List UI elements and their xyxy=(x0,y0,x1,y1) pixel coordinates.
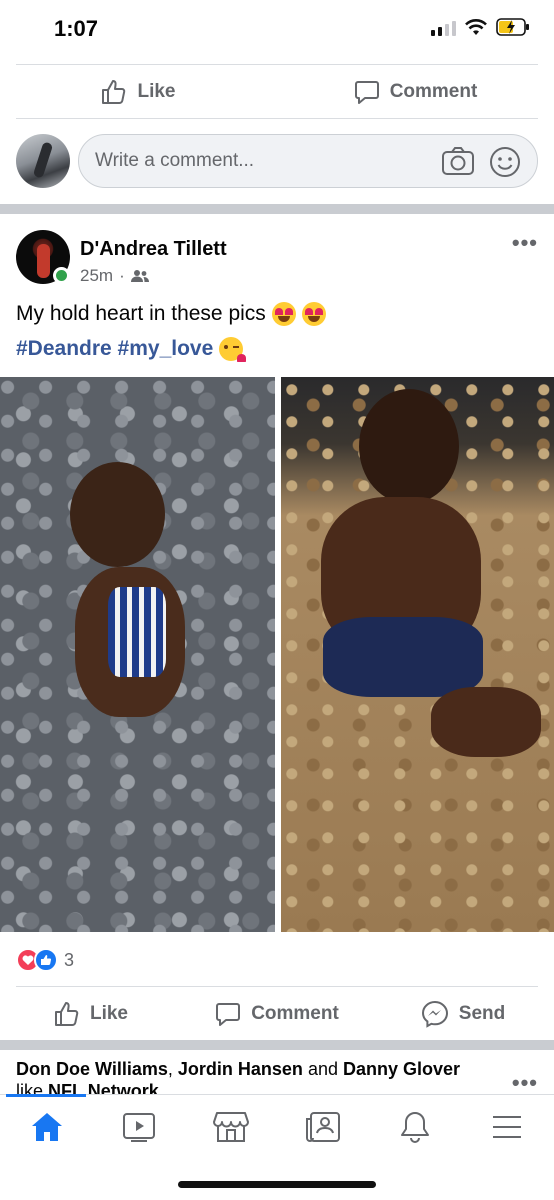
comment-composer: Write a comment... xyxy=(0,132,554,190)
post-meta: 25m · xyxy=(80,266,149,286)
status-bar: 1:07 xyxy=(0,0,554,60)
notifications-icon xyxy=(401,1112,429,1143)
comment-button[interactable]: Comment xyxy=(182,1001,372,1027)
friends-icon xyxy=(130,270,149,282)
photo-subject-shorts xyxy=(323,617,483,697)
post-text-body: My hold heart in these pics xyxy=(16,302,266,325)
thumbs-up-icon xyxy=(54,1002,79,1026)
battery-charging-icon xyxy=(496,18,529,36)
separator-text: , xyxy=(167,1059,173,1079)
more-options-icon[interactable]: ••• xyxy=(512,230,538,256)
emoji-icon[interactable] xyxy=(489,146,521,178)
video-icon xyxy=(123,1113,155,1142)
divider xyxy=(16,986,538,987)
author-name[interactable]: D'Andrea Tillett xyxy=(80,238,227,261)
friend-name[interactable]: Jordin Hansen xyxy=(178,1059,303,1079)
comment-placeholder: Write a comment... xyxy=(95,150,255,171)
comment-label: Comment xyxy=(251,1003,339,1024)
friend-name[interactable]: Danny Glover xyxy=(343,1059,460,1079)
camera-icon[interactable] xyxy=(441,146,475,176)
watch-tab[interactable] xyxy=(119,1107,159,1147)
notifications-tab[interactable] xyxy=(395,1107,435,1147)
divider xyxy=(16,64,538,65)
comment-button[interactable]: Comment xyxy=(277,79,554,105)
home-icon xyxy=(32,1113,62,1141)
connector-text: and xyxy=(307,1059,338,1079)
send-label: Send xyxy=(458,1003,506,1024)
photo-subject-shorts xyxy=(108,587,166,677)
reaction-summary[interactable]: 3 xyxy=(16,946,74,974)
post-photo-left[interactable] xyxy=(0,377,275,932)
marketplace-icon xyxy=(213,1112,249,1142)
like-reaction-icon xyxy=(34,948,58,972)
post-hashtags: #Deandre #my_love xyxy=(16,337,247,362)
home-indicator xyxy=(178,1181,376,1188)
reaction-count: 3 xyxy=(64,949,75,970)
kissing-heart-emoji-icon xyxy=(219,337,247,362)
heart-eyes-emoji-icon xyxy=(301,302,326,326)
heart-eyes-emoji-icon xyxy=(271,302,296,326)
comment-label: Comment xyxy=(389,81,478,102)
send-button[interactable]: Send xyxy=(372,1000,554,1028)
photo-subject-legs xyxy=(431,687,541,757)
like-label: Like xyxy=(137,81,176,102)
news-tab[interactable] xyxy=(303,1107,343,1147)
more-options-icon[interactable]: ••• xyxy=(512,1070,538,1096)
post-time[interactable]: 25m xyxy=(80,266,113,286)
menu-tab[interactable] xyxy=(487,1107,527,1147)
marketplace-tab[interactable] xyxy=(211,1107,251,1147)
feed-separator xyxy=(0,204,554,214)
news-icon xyxy=(306,1112,340,1142)
comment-icon xyxy=(216,1003,241,1026)
meta-dot: · xyxy=(119,266,125,285)
post-header: D'Andrea Tillett 25m · ••• xyxy=(0,218,554,290)
like-label: Like xyxy=(89,1003,129,1024)
like-button[interactable]: Like xyxy=(0,79,277,105)
photo-subject xyxy=(359,389,459,504)
home-tab[interactable] xyxy=(27,1107,67,1147)
post-photo-right[interactable] xyxy=(281,377,554,932)
status-time: 1:07 xyxy=(54,16,99,41)
comment-icon xyxy=(354,81,379,104)
previous-post-actions: Like Comment xyxy=(0,66,554,118)
thumbs-up-icon xyxy=(102,80,126,104)
wifi-icon xyxy=(465,19,487,35)
post-text: My hold heart in these pics xyxy=(16,302,326,326)
hashtag-links[interactable]: #Deandre #my_love xyxy=(16,337,213,361)
post-actions: Like Comment Send xyxy=(0,988,554,1040)
divider xyxy=(16,118,538,119)
signal-icon xyxy=(431,18,456,36)
like-button[interactable]: Like xyxy=(0,1001,182,1027)
active-tab-indicator xyxy=(6,1094,86,1097)
friend-name[interactable]: Don Doe Williams xyxy=(16,1059,168,1079)
menu-icon xyxy=(493,1116,521,1138)
messenger-icon xyxy=(421,1000,448,1028)
photo-subject xyxy=(70,462,165,567)
feed-separator xyxy=(0,1040,554,1050)
online-status-indicator xyxy=(53,267,70,284)
avatar[interactable] xyxy=(16,134,70,188)
comment-input[interactable]: Write a comment... xyxy=(78,134,538,188)
